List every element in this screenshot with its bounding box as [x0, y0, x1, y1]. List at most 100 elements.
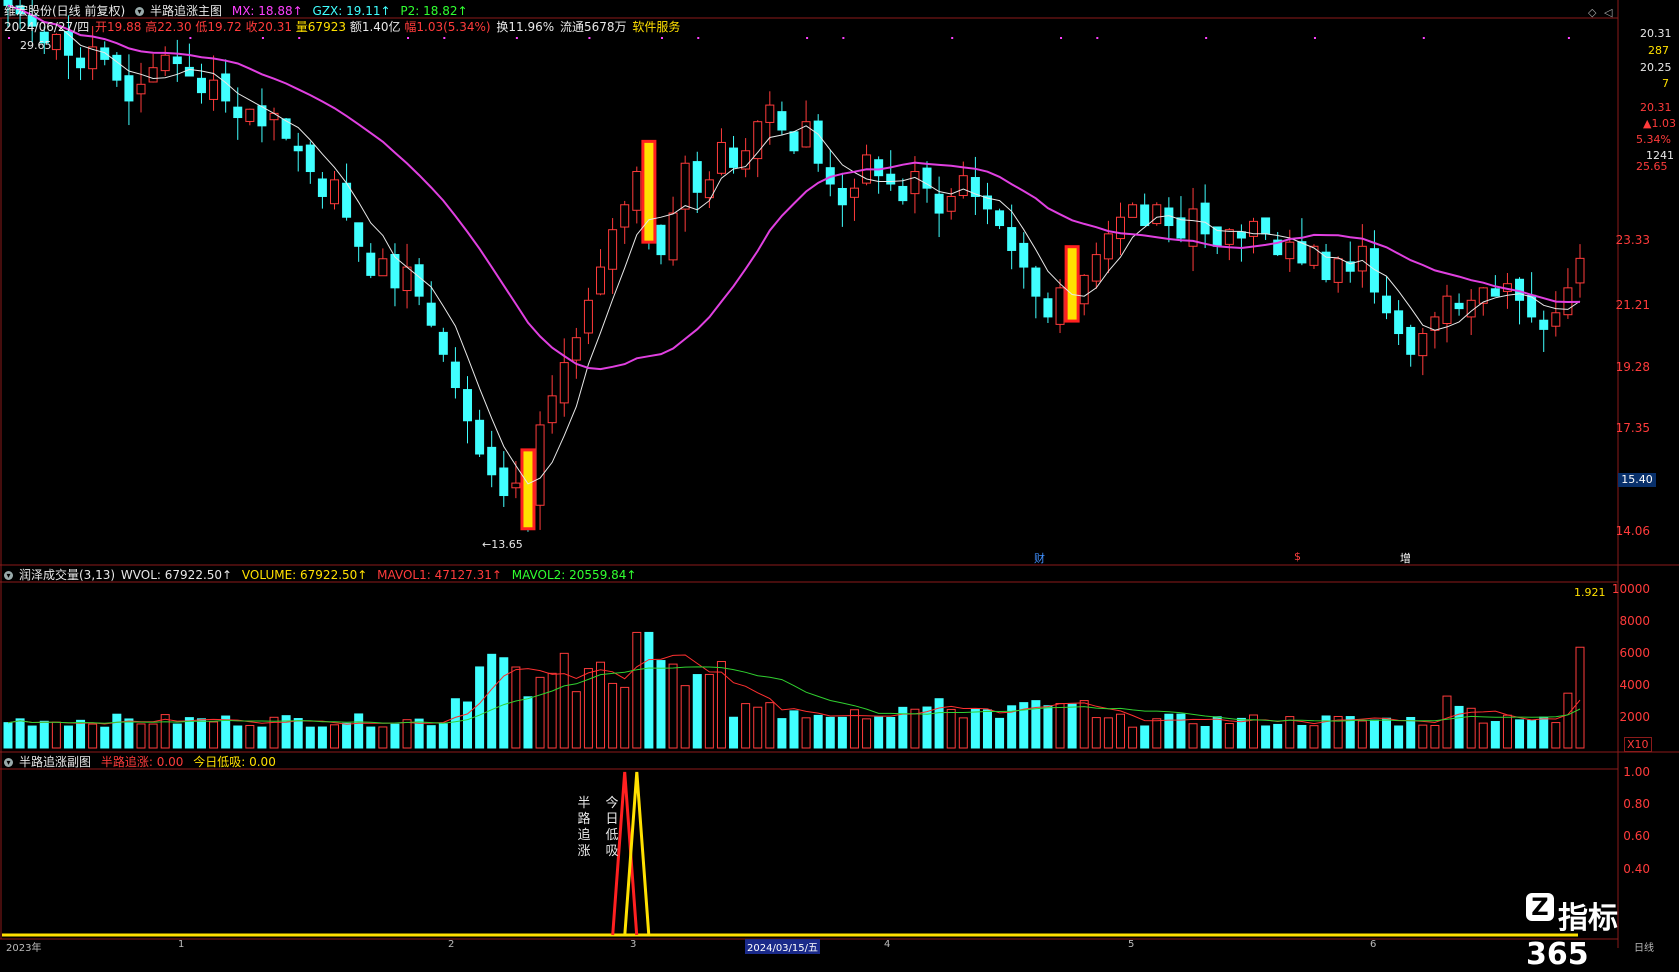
volume-bar [1454, 705, 1464, 749]
candle-up [148, 67, 158, 83]
volume-bar [946, 708, 956, 749]
volume-bar [1369, 719, 1379, 749]
open-label: 开19.88 [95, 20, 142, 34]
volume-bar [76, 719, 86, 749]
volume-bar [1285, 716, 1295, 749]
volume-bar [305, 726, 315, 749]
volume-bar [1357, 720, 1367, 749]
volume-bar [1103, 717, 1113, 749]
candle-down [1212, 226, 1222, 247]
candle-up [596, 266, 606, 295]
volume-bar [1115, 713, 1125, 749]
candle-down [1406, 326, 1416, 355]
candle-down [692, 161, 702, 193]
candle-down [233, 106, 243, 119]
volume-bar [1490, 721, 1500, 749]
candle-down [438, 331, 448, 355]
main-header: 维宏股份(日线 前复权) ▾ 半路追涨主图 MX: 18.88↑ GZX: 19.… [4, 4, 474, 18]
event-dividend[interactable]: $ [1294, 550, 1301, 563]
signal-dip-value: 今日低吸: 0.00 [193, 755, 276, 769]
candle-up [1079, 274, 1089, 305]
right-val-1: 20.31 [1640, 27, 1672, 40]
volume-bar [1551, 722, 1561, 749]
candle-down [172, 56, 182, 65]
sub-tick-3: 0.60 [1623, 829, 1650, 843]
volume-bar [813, 714, 823, 749]
volume-bar [1442, 695, 1452, 749]
volume-bar [547, 672, 557, 749]
volume-bar [1140, 725, 1150, 749]
candle-up [51, 33, 61, 51]
signal-dot [951, 37, 954, 39]
volume-bar [704, 673, 714, 749]
candle-down [874, 159, 884, 177]
volume-bar [402, 719, 412, 749]
candle-up [958, 175, 968, 197]
volume-bar [172, 723, 182, 749]
candle-up [765, 104, 775, 123]
signal-dot [407, 37, 410, 39]
gzx-value: GZX: 19.11↑ [312, 4, 391, 18]
volume-bar [1309, 725, 1319, 749]
volume-header: ▾ 润泽成交量(3,13) WVOL: 67922.50↑ VOLUME: 679… [4, 568, 642, 582]
candle-down [221, 73, 231, 102]
candle-down [112, 54, 122, 81]
volume-bar [1563, 692, 1573, 749]
indicator-name[interactable]: 半路追涨主图 [150, 4, 222, 18]
right-val-9: 25.65 [1636, 160, 1668, 173]
stock-name[interactable]: 维宏股份(日线 前复权) [4, 4, 125, 18]
candle-down [789, 131, 799, 152]
volume-bar [1236, 717, 1246, 749]
volume-bar [390, 723, 400, 749]
volume-bar [1382, 717, 1392, 749]
volume-bar [608, 682, 618, 749]
volume-bar [692, 674, 702, 749]
sector-label[interactable]: 软件服务 [632, 20, 680, 34]
signal-indicator-name[interactable]: 半路追涨副图 [19, 755, 91, 769]
change-label: 幅1.03(5.34%) [404, 20, 491, 34]
candle-down [426, 302, 436, 326]
signal-header: ▾ 半路追涨副图 半路追涨: 0.00 今日低吸: 0.00 [4, 755, 282, 769]
volume-bar [184, 717, 194, 749]
volume-bar [1079, 700, 1089, 749]
volume-indicator-name[interactable]: 润泽成交量(3,13) [19, 568, 115, 582]
volume-bar [257, 726, 267, 749]
event-increase[interactable]: 增 [1400, 550, 1411, 566]
candle-down [729, 147, 739, 168]
volume-toggle-icon[interactable]: ▾ [4, 571, 13, 580]
diamond-icon[interactable]: ◇ [1588, 6, 1596, 19]
toggle-panel-icon[interactable]: ◁ [1604, 6, 1612, 19]
volume-bar [1043, 705, 1053, 749]
signal-toggle-icon[interactable]: ▾ [4, 758, 13, 767]
volume-bar [571, 691, 581, 749]
candle-up [547, 395, 557, 424]
wvol-value: WVOL: 67922.50↑ [120, 568, 233, 582]
volume-bar [499, 657, 509, 749]
volume-bar [1152, 718, 1162, 749]
signal-dot [1060, 37, 1063, 39]
candle-down [886, 173, 896, 185]
candle-down [1261, 217, 1271, 235]
x-month-5: 5 [1128, 939, 1135, 950]
volume-bar [680, 685, 690, 749]
candle-down [281, 118, 291, 139]
volume-bar [523, 696, 533, 749]
volume-bar [958, 717, 968, 749]
x-month-2: 2 [448, 939, 455, 950]
volume-bar [995, 717, 1005, 749]
sub-tick-2: 0.80 [1623, 797, 1650, 811]
candle-up [402, 266, 412, 292]
candle-down [1200, 202, 1210, 235]
volume-bar [1091, 717, 1101, 749]
volume-bar [1200, 725, 1210, 749]
volume-bar [438, 723, 448, 749]
candle-down [1019, 242, 1029, 268]
candle-down [1176, 217, 1186, 239]
candle-down [184, 66, 194, 77]
candle-up [1551, 312, 1561, 327]
indicator-toggle-icon[interactable]: ▾ [135, 7, 145, 16]
event-finance[interactable]: 财 [1034, 550, 1045, 566]
volume-bar [1164, 713, 1174, 749]
signal-dot [1422, 37, 1425, 39]
volume-bar [293, 718, 303, 749]
